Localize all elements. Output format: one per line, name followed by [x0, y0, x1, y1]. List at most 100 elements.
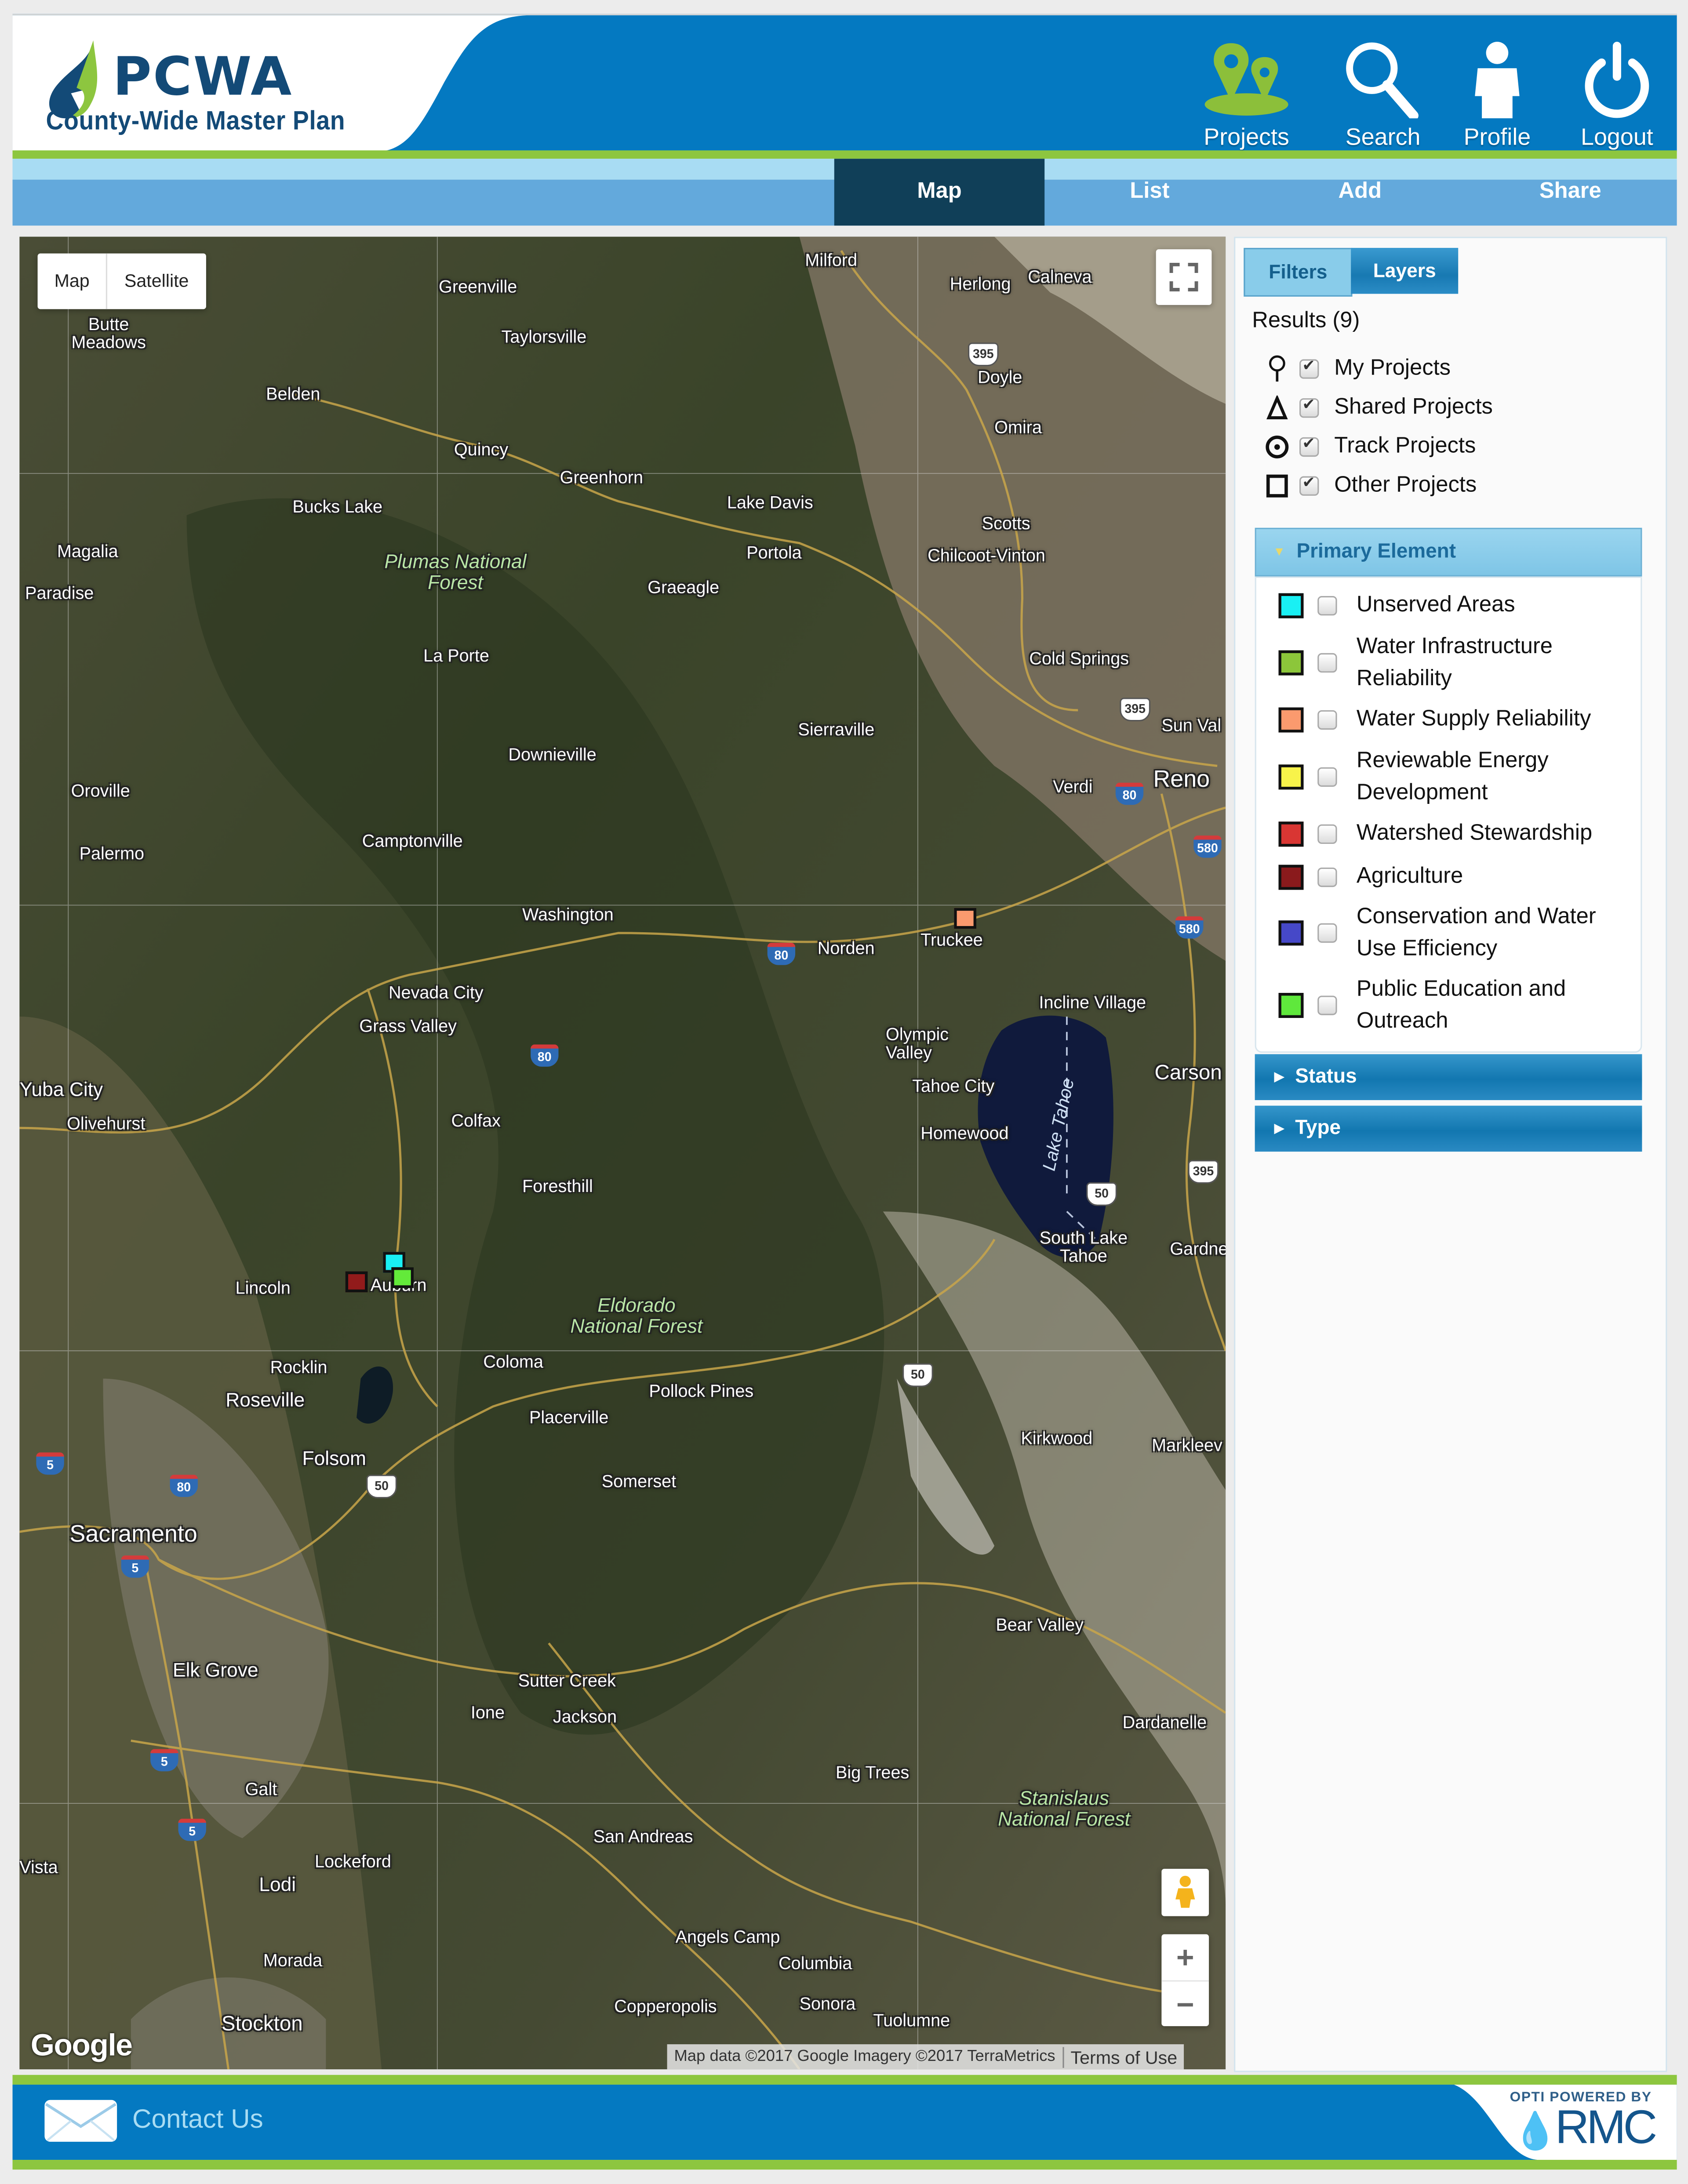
map-label: Chilcoot-Vinton	[928, 545, 1045, 566]
map-label: Carson	[1154, 1061, 1222, 1085]
nav-search-button[interactable]: Search	[1327, 40, 1438, 152]
map-label: Verdi	[1053, 777, 1093, 797]
status-accordion-header[interactable]: ▶ Status	[1255, 1054, 1642, 1100]
highway-shield: 5	[121, 1555, 149, 1578]
map-label: Tuolumne	[873, 2011, 950, 2031]
footer-bottom-stripe	[12, 2160, 1677, 2170]
map-label: Greenville	[439, 277, 517, 297]
map-label: Olympic Valley	[886, 1025, 949, 1063]
map-label: Colfax	[451, 1111, 501, 1131]
map-label: Sonora	[799, 1994, 856, 2014]
primary-element-item: Public Education and Outreach	[1278, 974, 1641, 1038]
satellite-map[interactable]: Milford Herlong Calneva Greenville Butte…	[19, 236, 1226, 2070]
highway-shield: 80	[170, 1475, 198, 1497]
caret-right-icon: ▶	[1274, 1121, 1284, 1135]
map-label: Ione	[470, 1703, 505, 1723]
primary-element-item: Water Supply Reliability	[1278, 703, 1641, 735]
footer: Contact Us OPTI POWERED BY 💧RMC	[12, 2084, 1677, 2160]
nav-logout-button[interactable]: Logout	[1561, 40, 1673, 152]
highway-shield: 80	[767, 942, 796, 965]
shared-projects-label: Shared Projects	[1334, 395, 1493, 419]
primary-element-item: Conservation and Water Use Efficiency	[1278, 901, 1641, 965]
square-outline-icon	[1263, 473, 1291, 498]
map-label: Jackson	[553, 1707, 617, 1727]
map-pins-icon	[1204, 43, 1288, 116]
map-label: Elk Grove	[172, 1658, 258, 1681]
map-label: Herlong	[950, 274, 1011, 294]
map-label: Pollock Pines	[649, 1381, 754, 1401]
conservation-checkbox[interactable]	[1317, 923, 1337, 943]
map-label: Dardanelle	[1122, 1713, 1207, 1733]
type-accordion-header[interactable]: ▶ Type	[1255, 1105, 1642, 1152]
primary-element-item: Water Infrastructure Reliability	[1278, 631, 1641, 695]
map-label: Copperopolis	[614, 1997, 717, 2017]
unserved-areas-checkbox[interactable]	[1317, 595, 1337, 615]
tab-list[interactable]: List	[1044, 159, 1255, 225]
tab-add[interactable]: Add	[1255, 159, 1465, 225]
map-label: Sierraville	[798, 720, 875, 740]
map-label: Gardne	[1170, 1239, 1226, 1259]
google-logo[interactable]: Google	[31, 2028, 133, 2064]
highway-shield: 5	[178, 1818, 206, 1841]
water-infrastructure-checkbox[interactable]	[1317, 653, 1337, 673]
agriculture-checkbox[interactable]	[1317, 867, 1337, 887]
nav-profile-button[interactable]: Profile	[1441, 40, 1553, 152]
public-education-checkbox[interactable]	[1317, 996, 1337, 1015]
fullscreen-button[interactable]	[1156, 249, 1212, 305]
nav-projects-button[interactable]: Projects	[1191, 40, 1302, 152]
map-type-satellite-button[interactable]: Satellite	[108, 254, 206, 309]
power-icon	[1585, 42, 1649, 118]
map-label: Rocklin	[270, 1358, 327, 1377]
map-attribution: Map data ©2017 Google Imagery ©2017 Terr…	[667, 2044, 1184, 2070]
nav-search-label: Search	[1345, 124, 1421, 151]
project-marker-water-supply[interactable]	[954, 908, 976, 929]
item-label: Agriculture	[1356, 865, 1463, 889]
map-label: Doyle	[978, 367, 1022, 387]
item-label: Water Supply Reliability	[1356, 707, 1591, 731]
highway-shield: 580	[1193, 835, 1222, 858]
map-label: Morada	[263, 1951, 323, 1971]
zoom-out-button[interactable]: −	[1161, 1981, 1209, 2028]
primary-element-accordion-header[interactable]: ▼ Primary Element	[1255, 527, 1642, 577]
highway-shield: 580	[1175, 916, 1204, 939]
map-label: Reno	[1153, 766, 1210, 792]
other-projects-checkbox[interactable]	[1299, 473, 1319, 496]
street-view-pegman-button[interactable]	[1161, 1868, 1209, 1916]
tab-filters[interactable]: Filters	[1244, 247, 1353, 297]
rmc-drop-icon: 💧	[1513, 2109, 1558, 2152]
contact-us-link[interactable]: Contact Us	[43, 2099, 263, 2143]
terms-of-use-link[interactable]: Terms of Use	[1062, 2046, 1184, 2068]
project-type-other-projects: Other Projects	[1263, 471, 1477, 501]
tab-map[interactable]: Map	[834, 159, 1045, 226]
map-type-map-button[interactable]: Map	[38, 253, 108, 309]
track-projects-checkbox[interactable]	[1299, 435, 1319, 457]
zoom-in-button[interactable]: +	[1161, 1934, 1209, 1982]
layers-panel: Filters Layers Results (9) My Projects S…	[1234, 236, 1667, 2072]
highway-shield: 395	[968, 342, 999, 367]
watershed-stewardship-checkbox[interactable]	[1317, 824, 1337, 843]
water-supply-checkbox[interactable]	[1317, 709, 1337, 729]
map-label: Lockeford	[315, 1852, 391, 1872]
color-swatch	[1278, 992, 1304, 1018]
map-label: Folsom	[302, 1446, 366, 1469]
my-projects-checkbox[interactable]	[1299, 356, 1319, 379]
renewable-energy-checkbox[interactable]	[1317, 767, 1337, 787]
page: PCWA County-Wide Master Plan Projects Se…	[0, 0, 1688, 2184]
rmc-brand[interactable]: 💧RMC	[1513, 2101, 1657, 2156]
map-label: Kirkwood	[1021, 1428, 1093, 1449]
logo-title[interactable]: PCWA	[113, 46, 293, 107]
color-swatch	[1278, 706, 1304, 732]
map-label: Homewood	[920, 1123, 1009, 1144]
project-marker-public-education[interactable]	[391, 1267, 414, 1288]
highway-shield: 50	[1086, 1182, 1117, 1206]
envelope-icon	[44, 2100, 117, 2142]
highway-shield: 5	[36, 1452, 64, 1475]
map-label: Paradise	[25, 583, 94, 603]
tab-share[interactable]: Share	[1465, 159, 1675, 225]
project-marker-agriculture[interactable]	[345, 1271, 368, 1293]
color-swatch	[1278, 920, 1304, 946]
shared-projects-checkbox[interactable]	[1299, 396, 1319, 418]
map-label: Greenhorn	[560, 468, 644, 487]
tab-layers[interactable]: Layers	[1351, 247, 1459, 294]
map-label: Foresthill	[522, 1177, 593, 1196]
